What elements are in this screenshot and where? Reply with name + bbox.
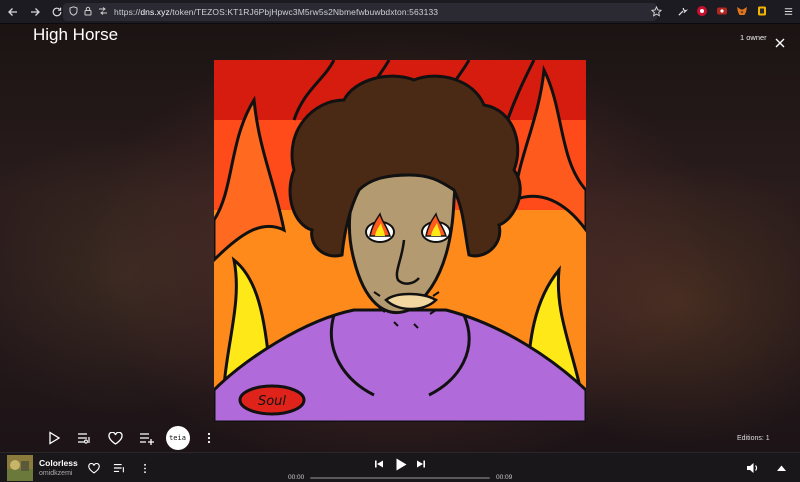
more-options-icon[interactable] [138, 461, 152, 475]
url-text[interactable]: https://dns.xyz/token/TEZOS:KT1RJ6PbjHpw… [114, 7, 438, 17]
queue-add-icon[interactable] [131, 426, 162, 450]
extension-red-icon[interactable] [694, 3, 710, 19]
extension-yellow-icon[interactable] [754, 3, 770, 19]
metamask-fox-icon[interactable] [734, 3, 750, 19]
teia-button[interactable]: teia [162, 426, 193, 450]
url-path: /token/TEZOS:KT1RJ6PbjHpwc3M5rw5s2Nbmefw… [169, 7, 439, 17]
artwork-image[interactable]: Soul [214, 60, 586, 422]
close-icon[interactable] [774, 36, 786, 48]
back-icon[interactable] [4, 3, 22, 21]
bookmark-star-icon[interactable] [648, 3, 664, 19]
add-to-playlist-icon[interactable] [112, 461, 126, 475]
owners-count[interactable]: 1 owner [740, 33, 767, 42]
permissions-icon[interactable] [98, 3, 108, 21]
time-current: 00:00 [288, 474, 305, 481]
track-thumbnail[interactable] [7, 455, 33, 481]
progress-slider[interactable] [310, 477, 490, 479]
url-bar[interactable]: https://dns.xyz/token/TEZOS:KT1RJ6PbjHpw… [63, 3, 657, 21]
teia-logo: teia [165, 426, 190, 450]
volume-icon[interactable] [745, 461, 759, 475]
track-artist[interactable]: omidkzemi [39, 470, 72, 477]
browser-toolbar: https://dns.xyz/token/TEZOS:KT1RJ6PbjHpw… [0, 0, 800, 24]
shield-icon[interactable] [69, 3, 78, 21]
lock-icon[interactable] [84, 3, 92, 21]
previous-track-icon[interactable] [372, 457, 386, 471]
more-options-icon[interactable] [193, 426, 224, 450]
editions-count: Editions: 1 [737, 435, 770, 442]
url-prefix: https:// [114, 7, 141, 17]
art-mouth [384, 292, 439, 311]
next-track-icon[interactable] [414, 457, 428, 471]
expand-player-icon[interactable] [774, 461, 788, 475]
forward-icon[interactable] [26, 3, 44, 21]
track-title[interactable]: Colorless [39, 458, 78, 468]
add-to-playlist-icon[interactable] [69, 426, 100, 450]
wrench-icon[interactable] [674, 3, 690, 19]
play-icon[interactable] [393, 456, 409, 472]
token-page: High Horse 1 owner Soul teia Editions: 1 [0, 24, 800, 452]
play-icon[interactable] [38, 426, 69, 450]
url-host: dns.xyz [140, 7, 170, 17]
art-soul-badge-text: Soul [258, 394, 286, 409]
extension-record-icon[interactable] [714, 3, 730, 19]
heart-icon[interactable] [87, 461, 101, 475]
heart-icon[interactable] [100, 426, 131, 450]
music-player-bar: Colorless omidkzemi 00:00 00:09 [0, 452, 800, 482]
page-title: High Horse [33, 25, 119, 44]
menu-hamburger-icon[interactable] [780, 3, 796, 19]
token-actions: teia [38, 426, 224, 450]
time-total: 00:09 [496, 474, 513, 481]
